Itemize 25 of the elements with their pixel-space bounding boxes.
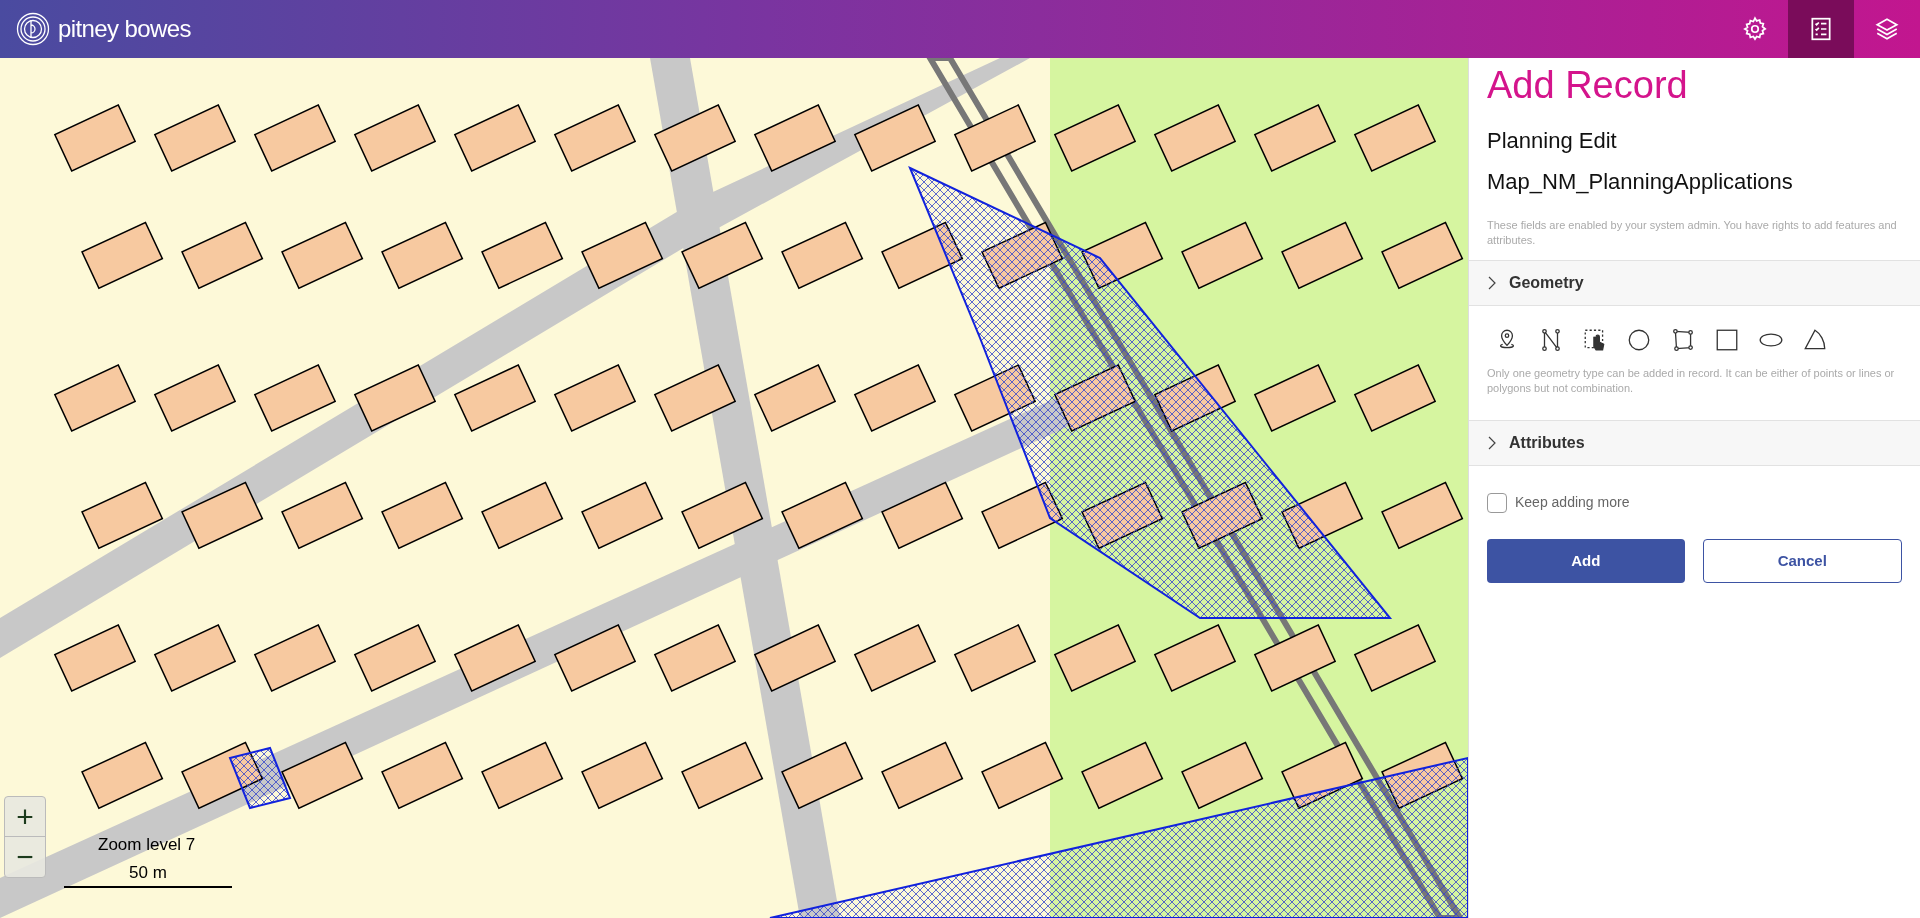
layers-icon bbox=[1874, 16, 1900, 42]
logo-icon bbox=[16, 12, 50, 46]
checkbox-label: Keep adding more bbox=[1515, 493, 1630, 512]
cancel-button[interactable]: Cancel bbox=[1702, 539, 1902, 583]
zoom-out-button[interactable]: − bbox=[5, 837, 45, 877]
zoom-level-label: Zoom level 7 bbox=[98, 834, 196, 856]
add-button[interactable]: Add bbox=[1487, 539, 1685, 583]
panel-title: Add Record bbox=[1486, 63, 1689, 108]
chevron-icon bbox=[1487, 275, 1497, 290]
chevron-icon bbox=[1487, 436, 1497, 450]
brand-name: pitney bowes bbox=[58, 14, 191, 44]
settings-icon bbox=[1742, 16, 1768, 42]
toolbar-button[interactable] bbox=[1788, 0, 1854, 58]
scale-label: 50 m bbox=[129, 862, 167, 884]
checklist-icon bbox=[1808, 16, 1834, 42]
geometry-note: Only one geometry type can be added in record. It can be either of points or lines or polygons but not combination. bbox=[1487, 365, 1896, 396]
map-drawing[interactable] bbox=[0, 58, 1468, 918]
checkbox[interactable] bbox=[1487, 492, 1507, 513]
layer-name: Map_NM_PlanningApplications bbox=[1486, 167, 1794, 196]
subtitle: Planning Edit bbox=[1486, 126, 1618, 155]
section-header[interactable]: Attributes bbox=[1469, 420, 1920, 466]
polygon-icon bbox=[1670, 326, 1696, 353]
permission-note: These fields are enabled by your system admin. You have rights to add features and attributes. bbox=[1486, 217, 1898, 248]
section-header[interactable]: Geometry bbox=[1469, 259, 1920, 306]
zoom-in-button[interactable]: + bbox=[5, 797, 45, 837]
